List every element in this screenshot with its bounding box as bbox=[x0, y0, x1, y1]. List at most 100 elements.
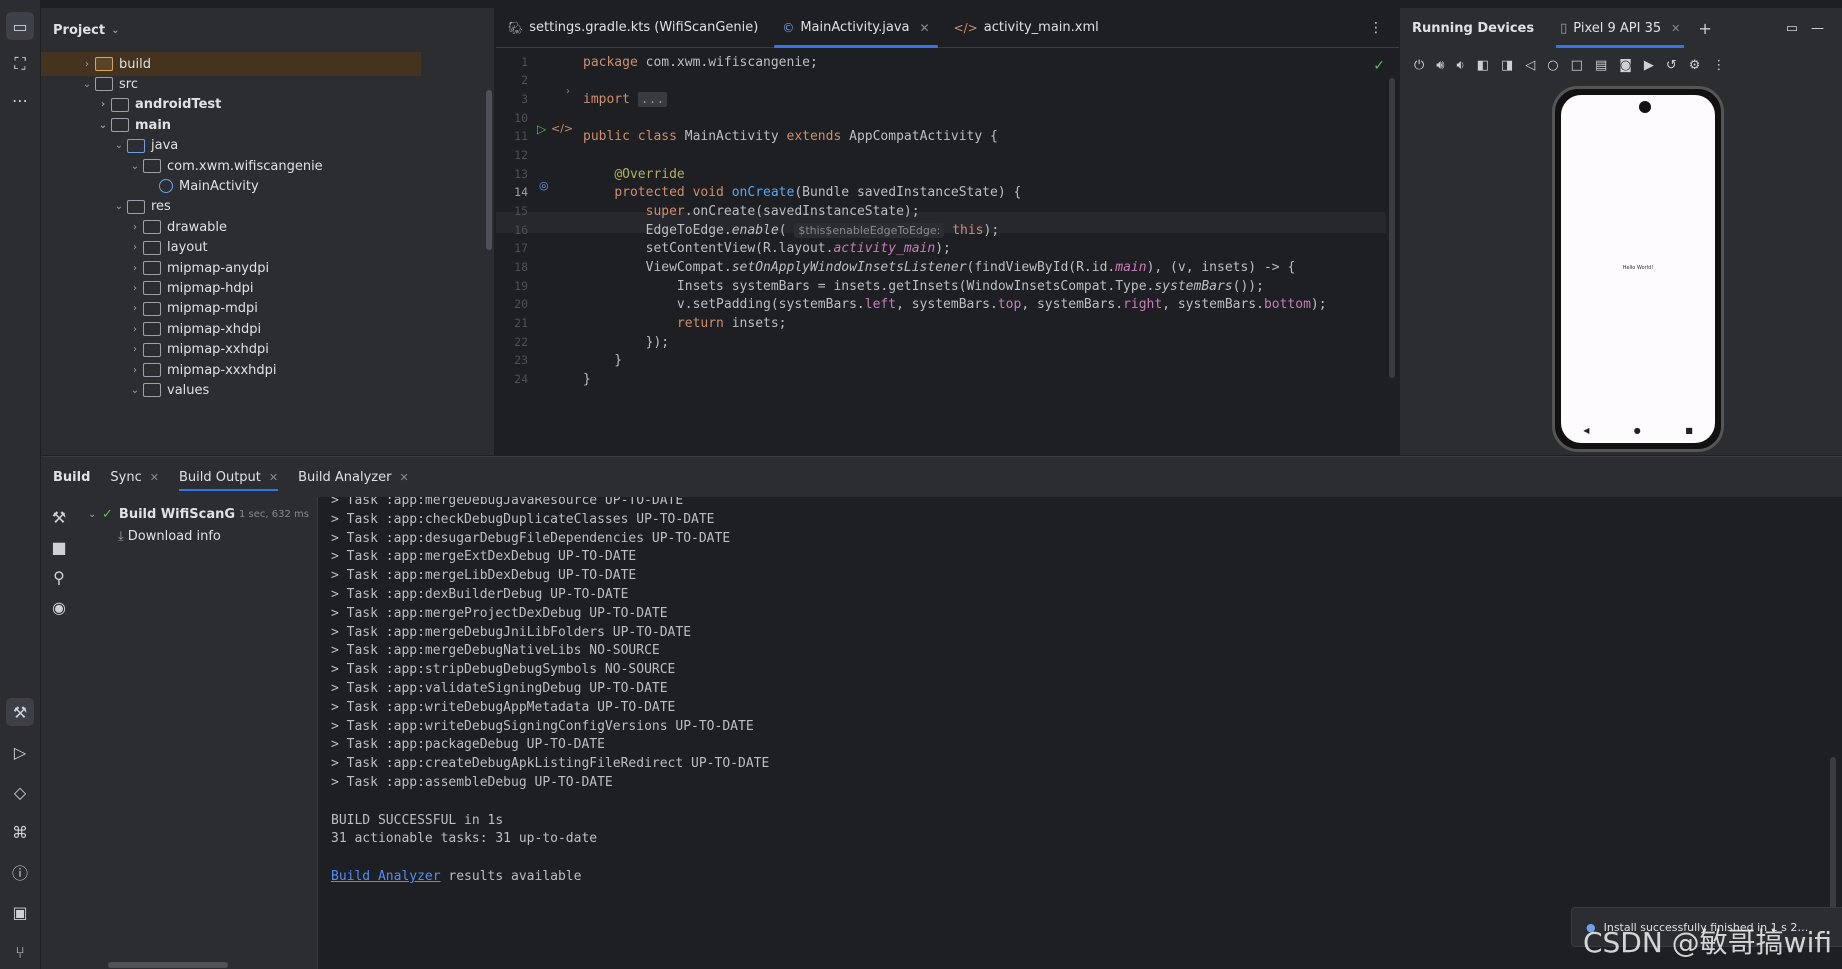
restore-panel-icon[interactable]: ▭ bbox=[1786, 21, 1798, 36]
output-line: > Task :app:mergeDebugJavaResource UP-TO… bbox=[331, 497, 684, 508]
line-number: 11 bbox=[514, 129, 528, 143]
fold-icon[interactable]: ▤ bbox=[1595, 58, 1607, 80]
back-icon[interactable]: ◁ bbox=[1525, 58, 1535, 80]
more-icon[interactable]: ⋮ bbox=[1369, 20, 1383, 36]
editor-scrollbar[interactable] bbox=[1389, 78, 1395, 378]
device-screen[interactable]: Hello World! ◀ ● ■ bbox=[1561, 95, 1715, 443]
analyzer-suffix: results available bbox=[440, 869, 582, 884]
folder-icon bbox=[95, 77, 113, 92]
run-icon[interactable]: ▷ bbox=[6, 738, 34, 766]
settings-icon[interactable]: ⚙ bbox=[1689, 58, 1701, 80]
inspection-ok-icon[interactable]: ✓ bbox=[1373, 58, 1385, 74]
volume-down-icon[interactable]: 🔉︎ bbox=[1457, 58, 1465, 80]
output-line: > Task :app:assembleDebug UP-TO-DATE bbox=[331, 775, 613, 790]
eye-icon[interactable]: ◉ bbox=[45, 593, 73, 621]
screenshot-icon[interactable]: ◙ bbox=[1619, 58, 1632, 80]
home-icon[interactable]: ○ bbox=[1547, 58, 1558, 80]
build-tab[interactable]: Build Output ✕ bbox=[178, 469, 279, 491]
nav-back-icon[interactable]: ◀ bbox=[1583, 426, 1589, 435]
tree-item-label: androidTest bbox=[135, 97, 222, 113]
power-icon[interactable]: ⏻ bbox=[1414, 58, 1424, 80]
xml-icon: </> bbox=[953, 20, 978, 35]
build-output-console[interactable]: > Task :app:mergeDebugJavaResource UP-TO… bbox=[331, 497, 1841, 969]
project-header[interactable]: Project ⌄ bbox=[41, 8, 494, 52]
problems-icon[interactable]: ⓘ bbox=[6, 858, 34, 886]
chevron-down-icon[interactable]: ⌄ bbox=[111, 25, 119, 36]
terminal-icon[interactable]: ▣ bbox=[6, 898, 34, 926]
build-hammer-icon[interactable]: ⚒ bbox=[45, 503, 73, 531]
build-tab[interactable]: Build bbox=[53, 470, 90, 485]
run-gutter-icon[interactable]: ▷ bbox=[537, 122, 546, 136]
fold-placeholder[interactable]: ... bbox=[637, 92, 668, 107]
chevron-down-icon[interactable]: ⌄ bbox=[88, 509, 102, 520]
build-tree-child[interactable]: ⤓ Download info bbox=[118, 529, 221, 544]
close-icon[interactable]: ✕ bbox=[399, 471, 408, 484]
build-tab-label: Build Output bbox=[178, 469, 261, 485]
reset-icon[interactable]: ↺ bbox=[1666, 58, 1677, 80]
editor-tab[interactable]: 🐘︎ settings.gradle.kts (WifiScanGenie) bbox=[496, 8, 770, 47]
xml-gutter-icon[interactable]: </> bbox=[551, 122, 573, 135]
more-tools-icon[interactable]: ⋯ bbox=[6, 86, 34, 114]
chevron-down-icon[interactable]: ⌄ bbox=[127, 161, 143, 172]
chevron-down-icon[interactable]: ⌄ bbox=[111, 140, 127, 151]
git-branch-icon[interactable]: ⑂ bbox=[6, 938, 34, 966]
tree-item[interactable]: ⌄ values bbox=[41, 378, 421, 402]
minimize-panel-icon[interactable]: — bbox=[1811, 21, 1824, 36]
chevron-down-icon[interactable]: ⌄ bbox=[111, 201, 127, 212]
device-tab[interactable]: ▯ Pixel 9 API 35 ✕ bbox=[1556, 8, 1685, 48]
tree-item-label: res bbox=[151, 199, 171, 215]
nav-home-icon[interactable]: ● bbox=[1634, 426, 1641, 435]
close-icon[interactable]: ✕ bbox=[920, 21, 930, 35]
chevron-right-icon[interactable]: › bbox=[127, 242, 143, 253]
close-icon[interactable]: ✕ bbox=[150, 471, 159, 484]
rotate-left-icon[interactable]: ◧ bbox=[1477, 58, 1489, 80]
chevron-right-icon[interactable]: › bbox=[127, 365, 143, 376]
fold-chevron-icon[interactable]: › bbox=[566, 86, 570, 97]
overview-icon[interactable]: □ bbox=[1571, 58, 1583, 80]
build-tab[interactable]: Build Analyzer ✕ bbox=[298, 470, 409, 485]
close-icon[interactable]: ✕ bbox=[1671, 22, 1680, 35]
chevron-down-icon[interactable]: ⌄ bbox=[95, 120, 111, 131]
code-area[interactable]: package com.xwm.wifiscangenie; import ..… bbox=[583, 52, 1383, 455]
nav-overview-icon[interactable]: ■ bbox=[1685, 426, 1693, 435]
screen-text: Hello World! bbox=[1622, 265, 1654, 271]
close-icon[interactable]: ✕ bbox=[269, 471, 278, 484]
line-number: 14 bbox=[514, 185, 528, 199]
tree-hscrollbar[interactable] bbox=[108, 962, 228, 968]
chevron-right-icon[interactable]: › bbox=[127, 344, 143, 355]
editor-tab-label: activity_main.xml bbox=[983, 20, 1099, 35]
chevron-right-icon[interactable]: › bbox=[79, 59, 95, 70]
code-line: import ... bbox=[583, 89, 668, 111]
app-inspection-icon[interactable]: ⌘ bbox=[6, 818, 34, 846]
chevron-down-icon[interactable]: ⌄ bbox=[127, 385, 143, 396]
chevron-down-icon[interactable]: ⌄ bbox=[79, 79, 95, 90]
chevron-right-icon[interactable]: › bbox=[127, 222, 143, 233]
override-gutter-icon[interactable]: ◎ bbox=[539, 179, 549, 192]
stop-icon[interactable]: ■ bbox=[45, 533, 73, 561]
build-hammer-icon[interactable]: ⚒ bbox=[6, 698, 34, 726]
rotate-right-icon[interactable]: ◨ bbox=[1501, 58, 1513, 80]
code-editor: 🐘︎ settings.gradle.kts (WifiScanGenie) © Ma… bbox=[496, 8, 1399, 455]
volume-up-icon[interactable]: 🔊︎ bbox=[1436, 58, 1444, 80]
chevron-right-icon[interactable]: › bbox=[127, 263, 143, 274]
build-tree-root[interactable]: ⌄ ✓ Build WifiScanG 1 sec, 632 ms bbox=[88, 507, 309, 522]
editor-tab[interactable]: © MainActivity.java ✕ bbox=[770, 8, 941, 48]
editor-tab[interactable]: </> activity_main.xml bbox=[942, 8, 1111, 47]
record-icon[interactable]: ▶ bbox=[1644, 58, 1654, 80]
build-analyzer-link[interactable]: Build Analyzer bbox=[331, 869, 441, 884]
output-scrollbar[interactable] bbox=[1830, 757, 1836, 927]
chevron-right-icon[interactable]: › bbox=[127, 303, 143, 314]
chevron-right-icon[interactable]: › bbox=[95, 99, 111, 110]
folder-icon bbox=[95, 57, 113, 71]
gem-icon[interactable]: ◇ bbox=[6, 778, 34, 806]
structure-icon[interactable]: ⛶ bbox=[6, 50, 34, 78]
project-folder-icon[interactable]: ▭ bbox=[6, 12, 34, 40]
build-tab[interactable]: Sync ✕ bbox=[110, 470, 159, 485]
add-device-icon[interactable]: + bbox=[1698, 19, 1711, 38]
pin-icon[interactable]: ⚲ bbox=[45, 563, 73, 591]
more-icon[interactable]: ⋮ bbox=[1712, 58, 1725, 80]
chevron-right-icon[interactable]: › bbox=[127, 324, 143, 335]
line-number: 16 bbox=[514, 223, 528, 237]
chevron-right-icon[interactable]: › bbox=[127, 283, 143, 294]
tree-scrollbar[interactable] bbox=[486, 90, 492, 250]
